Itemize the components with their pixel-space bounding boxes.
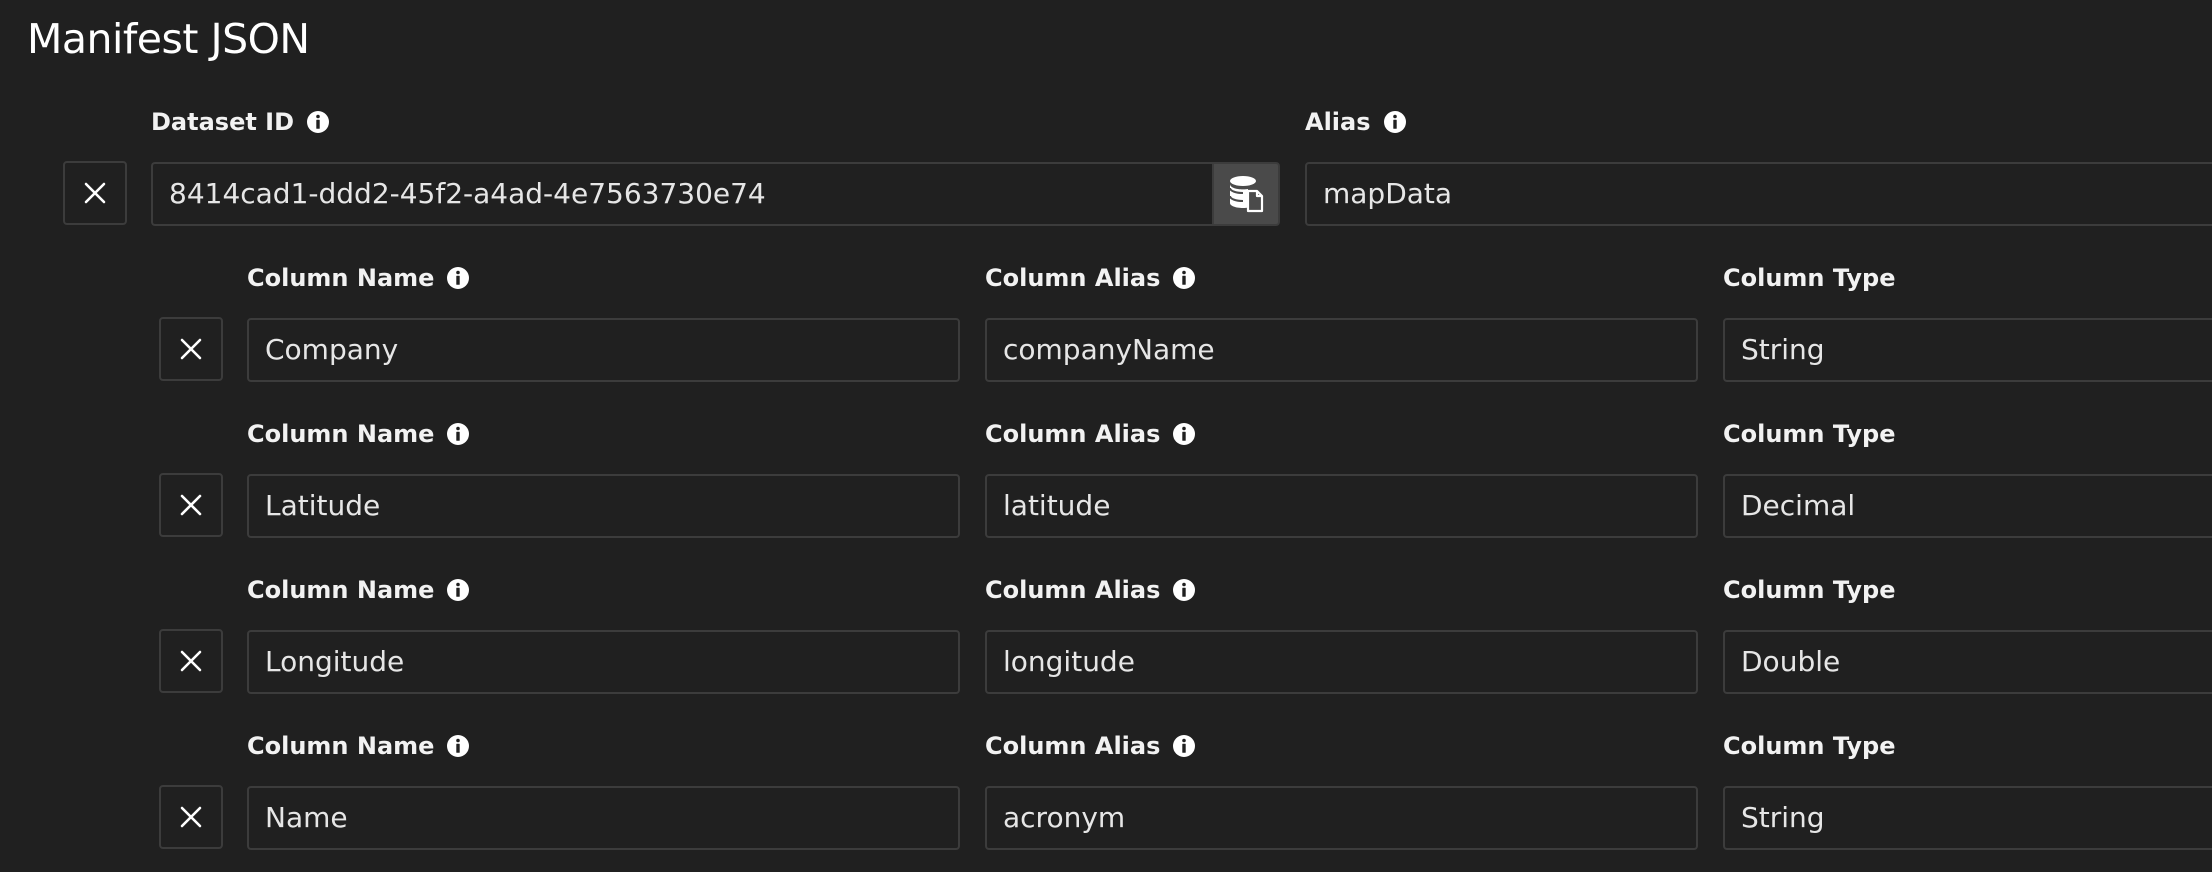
column-alias-input[interactable]: latitude: [985, 474, 1698, 538]
column-type-select[interactable]: Double: [1723, 630, 2212, 694]
column-type-label: Column Type: [1723, 264, 1896, 292]
close-icon: [180, 338, 202, 360]
dataset-id-input[interactable]: 8414cad1-ddd2-45f2-a4ad-4e7563730e74: [151, 162, 1213, 226]
column-name-input[interactable]: Longitude: [247, 630, 960, 694]
manifest-json-panel: Manifest JSON Dataset ID Alias 8414cad1-…: [0, 0, 2212, 872]
alias-label-text: Alias: [1305, 108, 1371, 136]
column-type-select[interactable]: String: [1723, 786, 2212, 850]
column-type-label: Column Type: [1723, 420, 1896, 448]
info-icon[interactable]: [446, 422, 470, 446]
column-name-label-text: Column Name: [247, 732, 435, 760]
column-name-label: Column Name: [247, 575, 470, 605]
column-alias-label-text: Column Alias: [985, 576, 1161, 604]
column-type-select[interactable]: String: [1723, 318, 2212, 382]
info-icon[interactable]: [1172, 422, 1196, 446]
column-alias-label: Column Alias: [985, 731, 1196, 761]
column-name-label-text: Column Name: [247, 264, 435, 292]
close-icon: [180, 650, 202, 672]
dataset-picker-button[interactable]: [1212, 162, 1280, 226]
column-name-label: Column Name: [247, 419, 470, 449]
info-icon[interactable]: [446, 266, 470, 290]
dataset-id-label-text: Dataset ID: [151, 108, 295, 136]
info-icon[interactable]: [306, 110, 330, 134]
column-name-label-text: Column Name: [247, 576, 435, 604]
column-type-select[interactable]: Decimal: [1723, 474, 2212, 538]
column-name-label: Column Name: [247, 263, 470, 293]
alias-label: Alias: [1305, 107, 1407, 137]
column-alias-label-text: Column Alias: [985, 420, 1161, 448]
column-alias-label: Column Alias: [985, 419, 1196, 449]
info-icon[interactable]: [1172, 578, 1196, 602]
column-alias-label: Column Alias: [985, 575, 1196, 605]
info-icon[interactable]: [1383, 110, 1407, 134]
column-alias-input[interactable]: longitude: [985, 630, 1698, 694]
remove-column-button[interactable]: [159, 629, 223, 693]
column-name-input[interactable]: Latitude: [247, 474, 960, 538]
column-alias-input[interactable]: acronym: [985, 786, 1698, 850]
close-icon: [180, 494, 202, 516]
column-type-label: Column Type: [1723, 732, 1896, 760]
alias-input[interactable]: mapData: [1305, 162, 2212, 226]
column-alias-label: Column Alias: [985, 263, 1196, 293]
info-icon[interactable]: [446, 578, 470, 602]
close-icon: [180, 806, 202, 828]
info-icon[interactable]: [1172, 266, 1196, 290]
database-icon: [1229, 176, 1264, 213]
remove-dataset-button[interactable]: [63, 161, 127, 225]
column-name-label-text: Column Name: [247, 420, 435, 448]
column-alias-label-text: Column Alias: [985, 264, 1161, 292]
page-title: Manifest JSON: [27, 15, 310, 63]
column-name-label: Column Name: [247, 731, 470, 761]
column-name-input[interactable]: Name: [247, 786, 960, 850]
column-alias-label-text: Column Alias: [985, 732, 1161, 760]
dataset-id-label: Dataset ID: [151, 107, 330, 137]
remove-column-button[interactable]: [159, 317, 223, 381]
column-alias-input[interactable]: companyName: [985, 318, 1698, 382]
info-icon[interactable]: [446, 734, 470, 758]
info-icon[interactable]: [1172, 734, 1196, 758]
close-icon: [84, 182, 106, 204]
column-name-input[interactable]: Company: [247, 318, 960, 382]
column-type-label: Column Type: [1723, 576, 1896, 604]
remove-column-button[interactable]: [159, 473, 223, 537]
remove-column-button[interactable]: [159, 785, 223, 849]
